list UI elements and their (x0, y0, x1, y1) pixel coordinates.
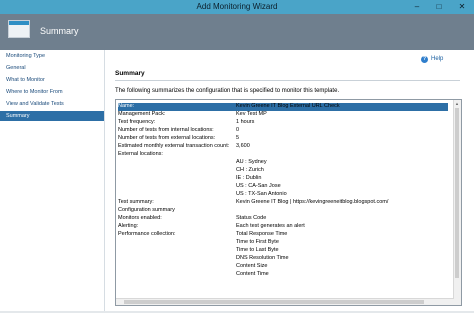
summary-row: Configuration summary (118, 207, 448, 215)
summary-row: External locations: (118, 151, 448, 159)
summary-row: Management Pack: Kev Test MP (118, 111, 448, 119)
summary-row: Test frequency: 1 hours (118, 119, 448, 127)
minimize-button[interactable]: – (406, 0, 428, 14)
summary-value: US : TX-San Antonio (236, 191, 287, 197)
summary-value: 3,600 (236, 143, 250, 149)
sidebar-item-summary[interactable]: Summary (0, 111, 104, 121)
close-button[interactable]: ✕ (450, 0, 474, 14)
summary-label: Test frequency: (118, 119, 156, 125)
summary-row: Content Size (118, 263, 448, 271)
summary-label: Number of tests from external locations: (118, 135, 216, 141)
help-link[interactable]: Help (431, 56, 443, 62)
summary-value: Content Size (236, 263, 268, 269)
summary-label: Name: (118, 103, 135, 109)
summary-value: Status Code (236, 215, 267, 221)
title-bar: Add Monitoring Wizard – □ ✕ (0, 0, 474, 14)
summary-row: Alerting: Each test generates an alert (118, 223, 448, 231)
window-title: Add Monitoring Wizard (196, 2, 278, 11)
summary-value: 1 hours (236, 119, 255, 125)
scroll-up-arrow-icon[interactable]: ▲ (455, 101, 459, 106)
summary-row: Estimated monthly external transaction c… (118, 143, 448, 151)
wizard-steps-sidebar: Monitoring Type General What to Monitor … (0, 50, 105, 313)
summary-description: The following summarizes the configurati… (115, 88, 340, 94)
summary-row: Number of tests from external locations:… (118, 135, 448, 143)
summary-row: CH : Zurich (118, 167, 448, 175)
summary-value: Kev Test MP (236, 111, 267, 117)
sidebar-item-what-to-monitor[interactable]: What to Monitor (0, 75, 104, 85)
summary-label: Number of tests from internal locations: (118, 127, 214, 133)
sidebar-item-monitoring-type[interactable]: Monitoring Type (0, 51, 104, 61)
summary-value: 0 (236, 127, 240, 133)
sidebar-item-where-to-monitor-from[interactable]: Where to Monitor From (0, 87, 104, 97)
summary-text-box[interactable]: Name: Kevin Greene IT Blog External URL C… (115, 99, 462, 306)
summary-value: 5 (236, 135, 240, 141)
summary-row: Performance collection: Total Response Ti… (118, 231, 448, 239)
summary-value: Kevin Greene IT Blog External URL Check (236, 103, 340, 109)
summary-value: Total Response Time (236, 231, 288, 237)
help-icon[interactable]: ? (421, 56, 428, 63)
summary-label: Estimated monthly external transaction c… (118, 143, 230, 149)
summary-row: Monitors enabled: Status Code (118, 215, 448, 223)
horizontal-scroll-thumb[interactable] (124, 300, 424, 304)
vertical-scroll-thumb[interactable] (455, 108, 459, 278)
maximize-button[interactable]: □ (428, 0, 450, 14)
summary-value: IE : Dublin (236, 175, 262, 181)
summary-value: DNS Resolution Time (236, 255, 289, 261)
summary-label: Monitors enabled: (118, 215, 162, 221)
summary-label: Configuration summary (118, 207, 175, 213)
summary-value: US : CA-San Jose (236, 183, 281, 189)
summary-value: CH : Zurich (236, 167, 264, 173)
summary-value: Each test generates an alert (236, 223, 305, 229)
summary-row: Content Time (118, 271, 448, 279)
section-divider (115, 80, 460, 81)
summary-value: Kevin Greene IT Blog | https://kevingree… (236, 199, 389, 205)
summary-row: IE : Dublin (118, 175, 448, 183)
page-title: Summary (40, 26, 79, 36)
summary-value: Time to Last Byte (236, 247, 279, 253)
main-content: ? Help Summary The following summarizes … (105, 50, 463, 313)
summary-row: Name: Kevin Greene IT Blog External URL C… (118, 103, 448, 111)
wizard-page-icon (8, 20, 30, 38)
summary-row: Time to Last Byte (118, 247, 448, 255)
summary-row: Number of tests from internal locations:… (118, 127, 448, 135)
summary-label: Test summary: (118, 199, 154, 205)
summary-row: DNS Resolution Time (118, 255, 448, 263)
summary-row: Test summary: Kevin Greene IT Blog | http… (118, 199, 448, 207)
sidebar-item-general[interactable]: General (0, 63, 104, 73)
wizard-header: Summary (0, 14, 474, 50)
summary-row: US : CA-San Jose (118, 183, 448, 191)
summary-value: AU : Sydney (236, 159, 267, 165)
summary-value: Content Time (236, 271, 269, 277)
summary-label: Alerting: (118, 223, 139, 229)
horizontal-scrollbar[interactable] (116, 298, 454, 305)
summary-row: US : TX-San Antonio (118, 191, 448, 199)
summary-label: Management Pack: (118, 111, 166, 117)
summary-row: AU : Sydney (118, 159, 448, 167)
vertical-scrollbar[interactable]: ▲ (453, 100, 461, 305)
summary-value: Time to First Byte (236, 239, 279, 245)
section-title: Summary (115, 70, 145, 77)
summary-label: Performance collection: (118, 231, 176, 237)
sidebar-item-view-and-validate-tests[interactable]: View and Validate Tests (0, 99, 104, 109)
summary-row: Time to First Byte (118, 239, 448, 247)
summary-label: External locations: (118, 151, 163, 157)
